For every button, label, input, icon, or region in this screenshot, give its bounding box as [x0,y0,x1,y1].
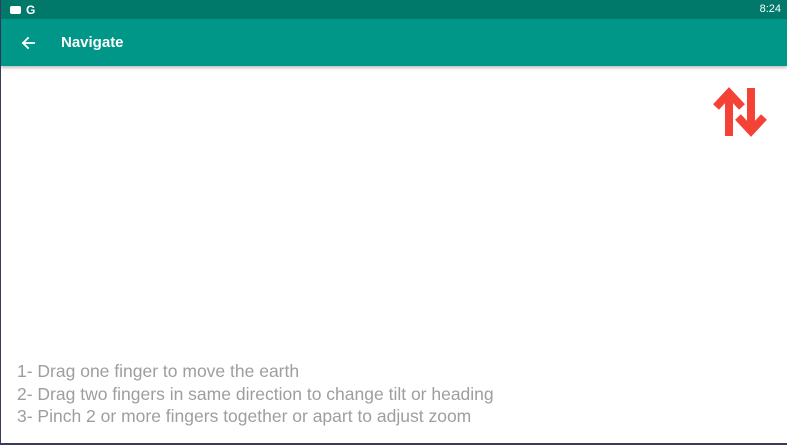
instruction-line: 3- Pinch 2 or more fingers together or a… [17,406,472,426]
swap-view-button[interactable] [711,86,769,138]
instruction-line: 1- Drag one finger to move the earth [17,361,300,381]
app-bar: Navigate [1,19,787,66]
screen: G 8:24 Navigate 1- Drag one finger to mo… [0,0,787,445]
instruction-line: 2- Drag two fingers in same direction to… [17,383,494,404]
back-button[interactable] [1,19,55,66]
status-time: 8:24 [759,3,781,15]
google-icon: G [26,2,36,17]
swap-vertical-icon [713,87,767,137]
status-icons: G [1,4,35,16]
status-bar: G 8:24 [1,0,787,19]
instructions: 1- Drag one finger to move the earth 2- … [17,360,494,428]
arrow-left-icon [21,36,35,49]
notification-icon [10,5,21,14]
page-title: Navigate [61,34,124,51]
